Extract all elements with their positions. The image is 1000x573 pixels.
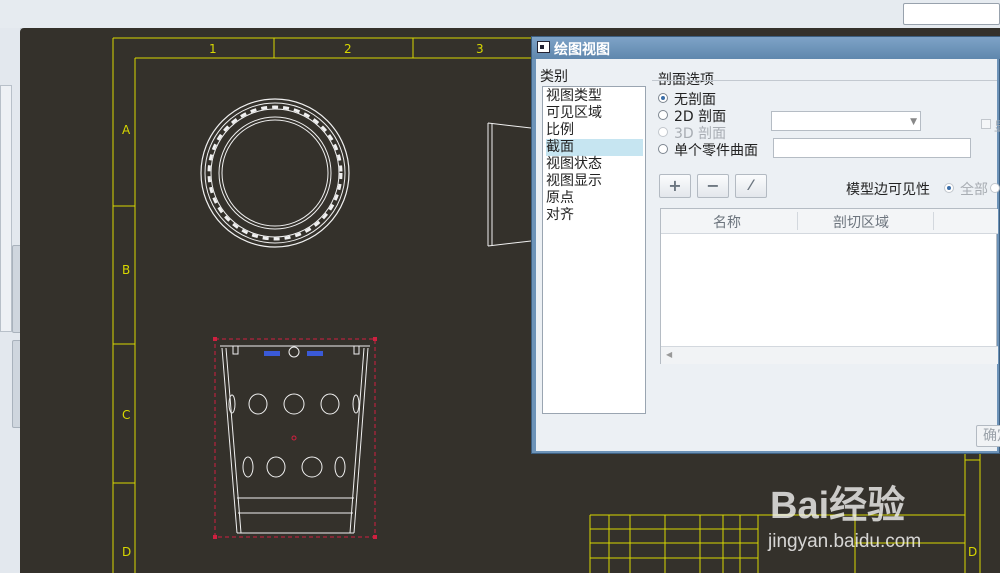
top-search-input[interactable] [903, 3, 1000, 25]
visibility-other-radio[interactable] [990, 183, 1000, 193]
dialog-window-icon [537, 41, 550, 53]
category-item-view-type[interactable]: 视图类型 [546, 88, 643, 105]
section-combo[interactable]: ▼ [771, 111, 921, 131]
top-toolbar [0, 0, 1000, 29]
side-view [487, 122, 532, 247]
display-checkbox-label: 显 [994, 116, 1000, 135]
category-item-view-display[interactable]: 视图显示 [546, 173, 643, 190]
column-label-2: 2 [344, 42, 352, 56]
row-label-d: D [122, 545, 131, 559]
category-label: 类别 [540, 69, 568, 85]
table-horizontal-scrollbar[interactable]: ◀ [661, 346, 998, 364]
section-3d-radio[interactable] [658, 127, 668, 137]
category-item-scale[interactable]: 比例 [546, 122, 643, 139]
visibility-all-label: 全部 [960, 182, 988, 198]
single-part-surface-label: 单个零件曲面 [674, 143, 758, 159]
row-label-c: C [122, 408, 130, 422]
dialog-title-bar[interactable]: 绘图视图 [532, 37, 1000, 59]
cut-area-column-header[interactable]: 剖切区域 [833, 212, 889, 232]
column-label-1: 1 [209, 42, 217, 56]
dialog-body: 类别 视图类型 可见区域 比例 截面 视图状态 视图显示 原点 对齐 剖面选项 … [536, 59, 1000, 451]
category-item-view-state[interactable]: 视图状态 [546, 156, 643, 173]
visibility-all-radio[interactable] [944, 183, 954, 193]
left-panel [0, 85, 12, 332]
category-list[interactable]: 视图类型 可见区域 比例 截面 视图状态 视图显示 原点 对齐 [542, 86, 646, 414]
row-label-b: B [122, 263, 130, 277]
display-checkbox[interactable] [981, 119, 991, 129]
category-item-origin[interactable]: 原点 [546, 190, 643, 207]
chevron-left-icon: ◀ [666, 350, 673, 359]
baidu-watermark: Bai经验 jingyan.baidu.com [767, 485, 921, 552]
surface-input[interactable] [773, 138, 971, 158]
column-label-3: 3 [476, 42, 484, 56]
watermark-url: jingyan.baidu.com [767, 531, 921, 552]
top-view [200, 98, 350, 248]
category-item-section[interactable]: 截面 [546, 139, 643, 156]
row-label-a: A [122, 123, 131, 137]
table-header: 名称 剖切区域 [661, 209, 998, 234]
no-section-radio[interactable] [658, 93, 668, 103]
section-2d-radio[interactable] [658, 110, 668, 120]
drawing-view-dialog: 绘图视图 类别 视图类型 可见区域 比例 截面 视图状态 视图显示 原点 对齐 … [531, 36, 1000, 454]
front-view [213, 337, 377, 539]
section-table[interactable]: 名称 剖切区域 ◀ [660, 208, 998, 364]
watermark-text: Bai经验 [770, 485, 905, 527]
category-item-alignment[interactable]: 对齐 [546, 207, 643, 224]
single-part-surface-radio[interactable] [658, 144, 668, 154]
model-edge-visibility-label: 模型边可见性 [846, 182, 930, 198]
ok-button[interactable]: 确定 [976, 425, 1000, 447]
name-column-header[interactable]: 名称 [713, 212, 741, 232]
chevron-down-icon: ▼ [910, 117, 917, 127]
dialog-title: 绘图视图 [554, 42, 610, 58]
add-section-button[interactable]: + [659, 174, 691, 198]
category-item-visible-area[interactable]: 可见区域 [546, 105, 643, 122]
remove-section-button[interactable]: − [697, 174, 729, 198]
flip-section-button[interactable]: ⁄ [735, 174, 767, 198]
